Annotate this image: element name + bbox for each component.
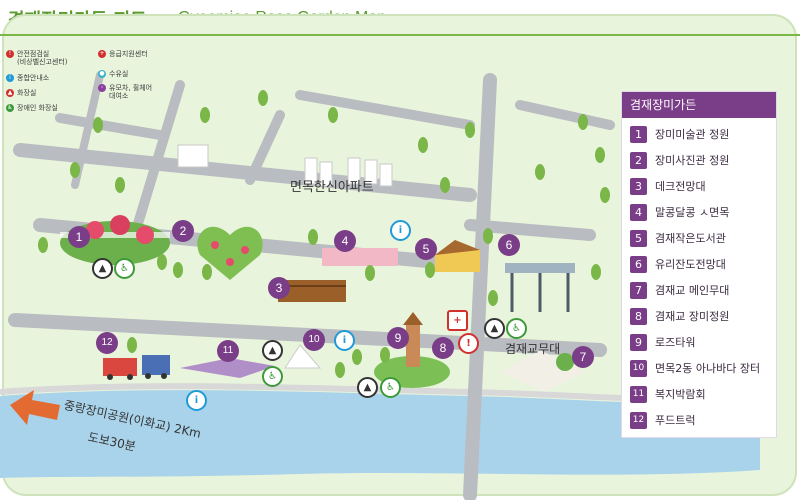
pink-pavilion-4 bbox=[322, 248, 398, 266]
legend-item-first-aid: + 응급지원센터 bbox=[98, 50, 148, 58]
panel-item-label: 로즈타워 bbox=[655, 336, 696, 349]
panel-item-2[interactable]: 2 장미사진관 정원 bbox=[630, 150, 729, 170]
panel-item-1[interactable]: 1 장미미술관 정원 bbox=[630, 124, 729, 144]
panel-item-8[interactable]: 8 겸재교 장미정원 bbox=[630, 306, 729, 326]
map-marker-5[interactable]: 5 bbox=[415, 238, 437, 260]
panel-item-number: 10 bbox=[630, 359, 647, 377]
panel-item-label: 푸드트럭 bbox=[655, 414, 696, 427]
info-icon[interactable]: i bbox=[334, 330, 355, 351]
map-marker-6[interactable]: 6 bbox=[498, 234, 520, 256]
accessible-restroom-icon[interactable]: ♿ bbox=[262, 366, 283, 387]
panel-item-number: 1 bbox=[630, 125, 647, 143]
legend-label: 수유실 bbox=[109, 70, 129, 78]
panel-item-number: 11 bbox=[630, 385, 647, 403]
panel-item-6[interactable]: 6 유리잔도전망대 bbox=[630, 254, 726, 274]
panel-item-label: 면목2동 아나바다 장터 bbox=[655, 362, 761, 375]
legend-item-safety: ! 안전점검실 (비상벨신고센터) bbox=[6, 50, 68, 66]
accessible-restroom-icon[interactable]: ♿ bbox=[506, 318, 527, 339]
map-marker-2[interactable]: 2 bbox=[172, 220, 194, 242]
legend-label: 유모차, 휠체어 대여소 bbox=[109, 84, 153, 100]
panel-item-label: 겸재교 메인무대 bbox=[655, 284, 730, 297]
stage-label: 겸재교무대 bbox=[505, 342, 561, 356]
map-legend: ! 안전점검실 (비상벨신고센터) i 종합안내소 ▲ 화장실 ♿ 장애인 화장… bbox=[6, 50, 196, 122]
panel-item-label: 장미사진관 정원 bbox=[655, 154, 730, 167]
legend-item-accessible-restroom: ♿ 장애인 화장실 bbox=[6, 104, 58, 112]
alert-icon: ! bbox=[6, 50, 14, 58]
panel-item-number: 8 bbox=[630, 307, 647, 325]
stroller-icon: ◦ bbox=[98, 84, 106, 92]
glass-observatory-6 bbox=[505, 263, 575, 312]
legend-item-nursing: ● 수유실 bbox=[98, 70, 128, 78]
panel-item-10[interactable]: 10 면목2동 아나바다 장터 bbox=[630, 358, 760, 378]
legend-label: 응급지원센터 bbox=[109, 50, 148, 58]
panel-item-3[interactable]: 3 데크전망대 bbox=[630, 176, 706, 196]
restroom-icon[interactable]: ▲ bbox=[357, 377, 378, 398]
panel-item-label: 데크전망대 bbox=[655, 180, 706, 193]
first-aid-icon[interactable]: + bbox=[447, 310, 468, 331]
panel-item-number: 7 bbox=[630, 281, 647, 299]
legend-label: 장애인 화장실 bbox=[17, 104, 58, 112]
map-marker-11[interactable]: 11 bbox=[217, 340, 239, 362]
accessible-restroom-icon[interactable]: ♿ bbox=[114, 258, 135, 279]
water-icon: ● bbox=[98, 70, 106, 78]
panel-item-number: 5 bbox=[630, 229, 647, 247]
legend-item-stroller: ◦ 유모차, 휠체어 대여소 bbox=[98, 84, 152, 100]
panel-item-9[interactable]: 9 로즈타워 bbox=[630, 332, 695, 352]
panel-item-number: 4 bbox=[630, 203, 647, 221]
panel-item-7[interactable]: 7 겸재교 메인무대 bbox=[630, 280, 729, 300]
restroom-icon[interactable]: ▲ bbox=[262, 340, 283, 361]
map-marker-7[interactable]: 7 bbox=[572, 346, 594, 368]
panel-item-number: 9 bbox=[630, 333, 647, 351]
map-marker-4[interactable]: 4 bbox=[334, 230, 356, 252]
legend-label: 종합안내소 bbox=[17, 74, 50, 82]
map-marker-9[interactable]: 9 bbox=[387, 327, 409, 349]
legend-label: 안전점검실 (비상벨신고센터) bbox=[17, 50, 68, 66]
library-5 bbox=[435, 240, 480, 272]
panel-item-label: 겸재교 장미정원 bbox=[655, 310, 730, 323]
panel-item-label: 말콩달콩 ㅅ면목 bbox=[655, 206, 730, 219]
food-trucks-12 bbox=[103, 355, 170, 380]
garden-spots-panel: 겸재장미가든 1 장미미술관 정원 2 장미사진관 정원 3 데크전망대 4 말… bbox=[621, 91, 777, 438]
alert-icon[interactable]: ! bbox=[458, 333, 479, 354]
info-icon: i bbox=[6, 74, 14, 82]
panel-item-number: 6 bbox=[630, 255, 647, 273]
panel-item-5[interactable]: 5 겸재작은도서관 bbox=[630, 228, 726, 248]
accessible-restroom-icon[interactable]: ♿ bbox=[380, 377, 401, 398]
map-marker-1[interactable]: 1 bbox=[68, 226, 90, 248]
panel-item-label: 유리잔도전망대 bbox=[655, 258, 726, 271]
info-icon[interactable]: i bbox=[390, 220, 411, 241]
map-marker-3[interactable]: 3 bbox=[268, 277, 290, 299]
map-marker-8[interactable]: 8 bbox=[432, 337, 454, 359]
map-marker-12[interactable]: 12 bbox=[96, 332, 118, 354]
accessible-restroom-icon: ♿ bbox=[6, 104, 14, 112]
legend-label: 화장실 bbox=[17, 89, 37, 97]
info-icon[interactable]: i bbox=[186, 390, 207, 411]
panel-title: 겸재장미가든 bbox=[622, 92, 776, 118]
apartment-label: 면목한신아파트 bbox=[290, 180, 374, 195]
panel-item-number: 2 bbox=[630, 151, 647, 169]
legend-item-info: i 종합안내소 bbox=[6, 74, 49, 82]
map-marker-10[interactable]: 10 bbox=[303, 329, 325, 351]
panel-item-label: 겸재작은도서관 bbox=[655, 232, 726, 245]
panel-item-number: 3 bbox=[630, 177, 647, 195]
restroom-icon[interactable]: ▲ bbox=[484, 318, 505, 339]
first-aid-icon: + bbox=[98, 50, 106, 58]
panel-item-label: 장미미술관 정원 bbox=[655, 128, 730, 141]
panel-item-11[interactable]: 11 복지박람회 bbox=[630, 384, 706, 404]
panel-item-12[interactable]: 12 푸드트럭 bbox=[630, 410, 695, 430]
header-divider bbox=[0, 34, 800, 36]
legend-item-restroom: ▲ 화장실 bbox=[6, 89, 36, 97]
panel-item-4[interactable]: 4 말콩달콩 ㅅ면목 bbox=[630, 202, 729, 222]
panel-item-label: 복지박람회 bbox=[655, 388, 706, 401]
panel-item-number: 12 bbox=[630, 411, 647, 429]
restroom-icon[interactable]: ▲ bbox=[92, 258, 113, 279]
restroom-icon: ▲ bbox=[6, 89, 14, 97]
